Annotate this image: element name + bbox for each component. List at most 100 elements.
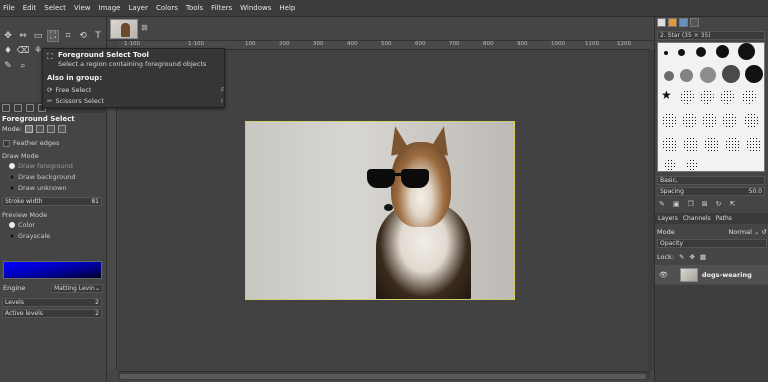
- dog-image[interactable]: [245, 121, 515, 300]
- brush-item[interactable]: [742, 90, 756, 104]
- tab-brushes[interactable]: [657, 18, 666, 27]
- brush-item[interactable]: [722, 113, 737, 128]
- brush-item[interactable]: [680, 90, 694, 104]
- brush-item[interactable]: [700, 90, 714, 104]
- foreground-select-icon[interactable]: ⛶: [47, 30, 59, 42]
- brush-item[interactable]: [738, 43, 755, 60]
- tab-fonts[interactable]: [679, 18, 688, 27]
- layer-mode-select[interactable]: Normal ⌄ ↺: [728, 228, 767, 236]
- brush-item[interactable]: [683, 137, 699, 153]
- brush-item[interactable]: [664, 51, 668, 55]
- tooltip-item-scissors-select[interactable]: ✂ Scissors Select: [47, 97, 104, 105]
- menu-filters[interactable]: Filters: [211, 4, 232, 12]
- spacing-value[interactable]: 50.0: [749, 188, 762, 195]
- draw-background-option[interactable]: Draw background: [9, 173, 76, 181]
- menu-help[interactable]: Help: [279, 4, 295, 12]
- tab-undo-history[interactable]: [26, 103, 34, 112]
- menu-file[interactable]: File: [3, 4, 15, 12]
- lock-alpha-icon[interactable]: ▦: [700, 253, 706, 261]
- tab-tool-options[interactable]: [2, 103, 10, 112]
- radio-icon[interactable]: [9, 163, 15, 169]
- preview-grayscale-option[interactable]: Grayscale: [9, 232, 50, 240]
- brush-item[interactable]: [725, 137, 741, 153]
- brush-grid[interactable]: ★: [657, 42, 765, 172]
- active-levels-slider[interactable]: Active levels 2: [2, 309, 102, 318]
- brush-item[interactable]: [720, 90, 734, 104]
- rect-select-icon[interactable]: ▭: [32, 30, 44, 42]
- tab-layers[interactable]: Layers: [658, 215, 678, 222]
- tooltip-item-free-select[interactable]: ⟳ Free Select: [47, 86, 91, 94]
- tab-document-history[interactable]: [690, 18, 699, 27]
- new-brush-icon[interactable]: ▣: [673, 200, 680, 208]
- stroke-width-slider[interactable]: Stroke width 81: [2, 197, 102, 206]
- menu-view[interactable]: View: [74, 4, 91, 12]
- menu-colors[interactable]: Colors: [156, 4, 178, 12]
- zoom-icon[interactable]: ⌕: [17, 60, 29, 72]
- brush-item[interactable]: [702, 113, 717, 128]
- image-tab-thumbnail[interactable]: [110, 19, 138, 39]
- stroke-width-value[interactable]: 81: [91, 198, 99, 205]
- refresh-icon[interactable]: ↻: [716, 200, 722, 208]
- active-levels-value[interactable]: 2: [95, 310, 99, 317]
- brush-preset-field[interactable]: Basic,: [657, 176, 765, 185]
- radio-icon[interactable]: [9, 174, 15, 180]
- paint-tool-icon[interactable]: ♦: [2, 45, 14, 57]
- horizontal-scrollbar[interactable]: [118, 371, 650, 380]
- radio-icon[interactable]: [9, 222, 15, 228]
- brush-item[interactable]: [704, 137, 720, 153]
- align-tool-icon[interactable]: ⇔: [17, 30, 29, 42]
- brush-item[interactable]: [680, 69, 693, 82]
- layer-row[interactable]: 👁 dogs-wearing: [655, 265, 768, 284]
- edit-brush-icon[interactable]: ✎: [659, 200, 665, 208]
- eye-icon[interactable]: 👁: [659, 271, 668, 279]
- levels-value[interactable]: 2: [95, 299, 99, 306]
- brush-item[interactable]: [744, 113, 759, 128]
- preview-color-option[interactable]: Color: [9, 221, 35, 229]
- menu-tools[interactable]: Tools: [186, 4, 203, 12]
- radio-icon[interactable]: [9, 185, 15, 191]
- color-picker-icon[interactable]: ✎: [2, 60, 14, 72]
- opacity-slider[interactable]: Opacity: [657, 239, 767, 248]
- brush-item[interactable]: [686, 159, 698, 171]
- radio-icon[interactable]: [9, 233, 15, 239]
- layer-name[interactable]: dogs-wearing: [702, 271, 752, 279]
- menu-edit[interactable]: Edit: [23, 4, 37, 12]
- brush-item[interactable]: [682, 113, 697, 128]
- crop-tool-icon[interactable]: ⌗: [62, 30, 74, 42]
- brush-item[interactable]: [716, 45, 729, 58]
- scrollbar-thumb[interactable]: [120, 374, 646, 379]
- feather-edges-checkbox[interactable]: [3, 139, 10, 147]
- menu-image[interactable]: Image: [99, 4, 121, 12]
- brush-item[interactable]: [746, 137, 762, 153]
- tab-channels[interactable]: Channels: [683, 215, 711, 222]
- brush-item[interactable]: [722, 65, 740, 83]
- mode-subtract-icon[interactable]: [46, 125, 55, 133]
- lock-position-icon[interactable]: ✥: [689, 253, 694, 261]
- menu-windows[interactable]: Windows: [240, 4, 271, 12]
- feather-edges-toggle[interactable]: Feather edges: [3, 139, 59, 147]
- eraser-icon[interactable]: ⌫: [17, 45, 30, 57]
- delete-brush-icon[interactable]: ⊠: [702, 200, 708, 208]
- star-brush-icon[interactable]: ★: [661, 89, 672, 101]
- transform-tool-icon[interactable]: ⟲: [77, 30, 89, 42]
- mode-intersect-icon[interactable]: [57, 125, 66, 133]
- brush-item[interactable]: [664, 159, 676, 171]
- brush-item[interactable]: [696, 47, 706, 57]
- text-tool-icon[interactable]: T: [92, 30, 104, 42]
- tab-paths[interactable]: Paths: [716, 215, 732, 222]
- mask-color-swatch[interactable]: [3, 261, 102, 279]
- levels-slider[interactable]: Levels 2: [2, 298, 102, 307]
- move-tool-icon[interactable]: ✥: [2, 30, 14, 42]
- close-icon[interactable]: ⊠: [141, 23, 148, 32]
- engine-select[interactable]: Matting Levin ⌄: [51, 283, 103, 293]
- brush-export-icon[interactable]: ⇱: [730, 200, 736, 208]
- brush-item[interactable]: [678, 49, 685, 56]
- brush-item[interactable]: [662, 113, 677, 128]
- draw-foreground-option[interactable]: Draw foreground: [9, 162, 73, 170]
- mode-add-icon[interactable]: [35, 125, 44, 133]
- brush-item[interactable]: [662, 137, 678, 153]
- spacing-slider[interactable]: Spacing 50.0: [657, 187, 765, 196]
- brush-item[interactable]: [700, 67, 716, 83]
- brush-item[interactable]: [664, 71, 674, 81]
- draw-unknown-option[interactable]: Draw unknown: [9, 184, 67, 192]
